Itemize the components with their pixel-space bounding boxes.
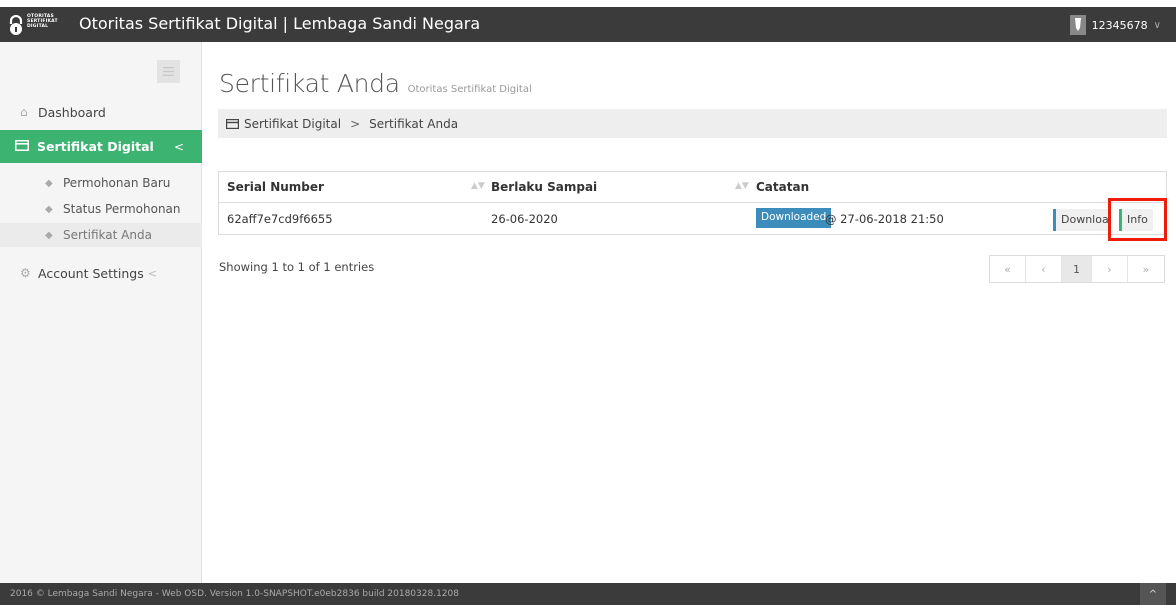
page-title: Sertifikat Anda	[219, 69, 400, 98]
breadcrumb: Sertifikat Digital > Sertifikat Anda	[218, 109, 1167, 138]
lock-logo-icon	[9, 15, 23, 35]
chevron-down-icon: ∨	[1153, 19, 1161, 31]
sidebar-item-dashboard[interactable]: ⌂ Dashboard	[0, 97, 202, 127]
sort-icon[interactable]: ▲▼	[735, 181, 749, 191]
sidebar-item-label: Sertifikat Digital	[37, 139, 154, 154]
tag-icon: ◆	[45, 203, 53, 215]
user-avatar-icon	[1069, 15, 1086, 35]
page-subtitle: Otoritas Sertifikat Digital	[407, 84, 532, 95]
last-page-button[interactable]: »	[1128, 256, 1164, 282]
footer-text: 2016 © Lembaga Sandi Negara - Web OSD. V…	[10, 589, 459, 599]
next-page-button[interactable]: ›	[1092, 256, 1128, 282]
sidebar-subitem-sertifikat-anda[interactable]: ◆ Sertifikat Anda	[0, 223, 202, 247]
table-row: 62aff7e7cd9f6655 26-06-2020 Downloaded @…	[219, 204, 1166, 235]
sidebar-subitem-label: Sertifikat Anda	[63, 228, 152, 242]
table-header: Serial Number ▲▼ Berlaku Sampai ▲▼ Catat…	[219, 172, 1166, 203]
certificates-table: Serial Number ▲▼ Berlaku Sampai ▲▼ Catat…	[218, 171, 1167, 235]
hamburger-icon	[163, 67, 174, 76]
sidebar-toggle-button[interactable]	[157, 60, 180, 83]
breadcrumb-link[interactable]: Sertifikat Digital	[244, 117, 341, 131]
sidebar-item-label: Account Settings	[38, 265, 144, 281]
sidebar-subitem-label: Status Permohonan	[63, 202, 181, 216]
sidebar-subitem-permohonan-baru[interactable]: ◆ Permohonan Baru	[0, 171, 202, 195]
user-id: 12345678	[1091, 18, 1148, 32]
serial-number-cell: 62aff7e7cd9f6655	[227, 212, 333, 226]
status-badge: Downloaded	[756, 208, 832, 228]
top-navbar: OTORITAS SERTIFIKAT DIGITAL Otoritas Ser…	[0, 7, 1176, 42]
sort-icon[interactable]: ▲▼	[471, 181, 485, 191]
column-header-serial-number[interactable]: Serial Number	[227, 180, 324, 194]
chevron-left-icon: <	[147, 266, 157, 280]
scroll-to-top-button[interactable]: ^	[1140, 583, 1166, 605]
app-title: Otoritas Sertifikat Digital | Lembaga Sa…	[79, 14, 481, 33]
column-header-catatan[interactable]: Catatan	[756, 180, 809, 194]
credit-card-icon	[226, 118, 239, 129]
column-header-berlaku-sampai[interactable]: Berlaku Sampai	[491, 180, 597, 194]
chevron-left-icon: <	[173, 139, 184, 154]
first-page-button[interactable]: «	[990, 256, 1026, 282]
sidebar: ⌂ Dashboard Sertifikat Digital < ◆ Permo…	[0, 42, 202, 583]
tag-icon: ◆	[45, 177, 53, 189]
credit-card-icon	[15, 139, 29, 154]
sidebar-subitem-status-permohonan[interactable]: ◆ Status Permohonan	[0, 197, 202, 221]
sidebar-item-sertifikat-digital[interactable]: Sertifikat Digital <	[0, 130, 202, 163]
logo-line: DIGITAL	[27, 24, 49, 29]
app-logo[interactable]: OTORITAS SERTIFIKAT DIGITAL	[8, 12, 74, 37]
page-button-current[interactable]: 1	[1062, 256, 1092, 282]
prev-page-button[interactable]: ‹	[1026, 256, 1062, 282]
home-icon: ⌂	[20, 105, 28, 119]
sidebar-item-label: Dashboard	[38, 104, 106, 120]
page-heading: Sertifikat Anda Otoritas Sertifikat Digi…	[219, 69, 532, 98]
pagination: « ‹ 1 › »	[989, 255, 1165, 283]
catatan-cell: @ 27-06-2018 21:50	[825, 212, 944, 226]
info-button[interactable]: Info	[1119, 209, 1153, 231]
tag-icon: ◆	[45, 229, 53, 241]
sidebar-item-account-settings[interactable]: ⚙ Account Settings <	[0, 258, 202, 288]
breadcrumb-separator: >	[350, 116, 361, 131]
berlaku-sampai-cell: 26-06-2020	[491, 212, 558, 226]
breadcrumb-current: Sertifikat Anda	[369, 116, 459, 131]
sidebar-subitem-label: Permohonan Baru	[63, 176, 171, 190]
logo-wordmark: OTORITAS SERTIFIKAT DIGITAL	[27, 14, 58, 29]
user-menu[interactable]: 12345678 ∨	[1069, 15, 1161, 35]
table-info: Showing 1 to 1 of 1 entries	[219, 260, 375, 274]
gears-icon: ⚙	[20, 266, 31, 280]
download-button[interactable]: Download	[1053, 209, 1109, 231]
footer: 2016 © Lembaga Sandi Negara - Web OSD. V…	[0, 583, 1176, 605]
